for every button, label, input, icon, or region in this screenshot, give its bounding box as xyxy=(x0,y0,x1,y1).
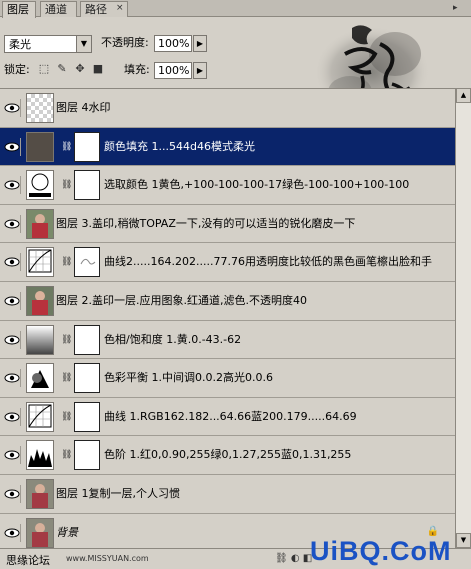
site-credit: 思缘论坛 xyxy=(6,554,50,567)
layer-name: 图层 4水印 xyxy=(56,101,111,114)
lock-paint-icon[interactable]: ✎ xyxy=(56,63,68,75)
chevron-down-icon[interactable]: ▼ xyxy=(76,36,91,52)
layer-row-selected[interactable]: ⛓ 颜色填充 1...544d46模式柔光 xyxy=(0,127,455,167)
visibility-eye-icon[interactable] xyxy=(3,137,21,156)
layer-row[interactable]: ⛓ 曲线 1.RGB162.182...64.66蓝200.179.....64… xyxy=(0,398,455,437)
layer-name: 曲线 1.RGB162.182...64.66蓝200.179.....64.6… xyxy=(104,409,357,423)
layer-name: 选取颜色 1黄色,+100-100-100-17绿色-100-100+100-1… xyxy=(104,178,410,192)
visibility-eye-icon[interactable] xyxy=(3,292,21,310)
layer-name: 图层 3.盖印,稍微TOPAZ一下,没有的可以适当的锐化磨皮一下 xyxy=(56,216,356,230)
fill-field[interactable]: 100% xyxy=(154,62,192,79)
layer-row[interactable]: ⛓ 色阶 1.红0,0.90,255绿0,1.27,255蓝0,1.31,255 xyxy=(0,436,455,475)
blend-mode-select[interactable]: 柔光 ▼ xyxy=(4,35,92,53)
visibility-eye-icon[interactable] xyxy=(3,99,21,117)
levels-icon xyxy=(26,440,54,471)
layer-name: 背景 xyxy=(56,525,78,539)
layer-name: 图层 1复制一层,个人习惯 xyxy=(56,487,180,500)
visibility-eye-icon[interactable] xyxy=(3,253,21,272)
link-chain-icon[interactable]: ⛓ xyxy=(61,450,72,460)
layer-name: 色阶 1.红0,0.90,255绿0,1.27,255蓝0,1.31,255 xyxy=(104,448,352,462)
opacity-label: 不透明度: xyxy=(101,36,149,49)
layer-name: 图层 2.盖印一层.应用图象.红通道,滤色.不透明度40 xyxy=(56,294,307,307)
layer-row[interactable]: ⛓ 色相/饱和度 1.黄.0.-43.-62 xyxy=(0,321,455,360)
layer-mask-thumbnail[interactable] xyxy=(74,324,100,355)
visibility-eye-icon[interactable] xyxy=(3,214,21,233)
hue-saturation-icon xyxy=(26,324,54,355)
layer-name: 色彩平衡 1.中间调0.0.2高光0.0.6 xyxy=(104,371,273,385)
layer-row[interactable]: ⛓ 选取颜色 1黄色,+100-100-100-17绿色-100-100+100… xyxy=(0,166,455,205)
layer-row[interactable]: 图层 1复制一层,个人习惯 xyxy=(0,475,455,514)
link-chain-icon[interactable]: ⛓ xyxy=(61,180,72,190)
curves-icon xyxy=(26,401,54,432)
opacity-field[interactable]: 100% xyxy=(154,35,192,52)
tab-channels[interactable]: 通道 xyxy=(40,1,77,17)
photo-thumbnail xyxy=(26,208,54,239)
visibility-eye-icon[interactable] xyxy=(3,485,21,503)
fill-slider-button[interactable]: ▶ xyxy=(193,62,207,79)
curves-icon xyxy=(26,247,54,278)
layer-row[interactable]: ⛓ 曲线2.....164.202.....77.76用透明度比较低的黑色画笔檫… xyxy=(0,243,455,282)
color-balance-icon xyxy=(26,363,54,394)
link-layers-icon[interactable]: ⛓ ◐ ◧ xyxy=(275,553,312,564)
link-chain-icon[interactable]: ⛓ xyxy=(61,257,72,267)
scroll-down-icon[interactable]: ▼ xyxy=(456,533,471,548)
visibility-eye-icon[interactable] xyxy=(3,369,21,388)
layer-mask-thumbnail[interactable] xyxy=(74,131,100,162)
layer-thumbnail xyxy=(26,93,54,123)
layers-scrollbar[interactable]: ▲ ▼ xyxy=(455,88,471,548)
visibility-eye-icon[interactable] xyxy=(3,176,21,195)
link-chain-icon[interactable]: ⛓ xyxy=(61,335,72,345)
layer-row[interactable]: 图层 3.盖印,稍微TOPAZ一下,没有的可以适当的锐化磨皮一下 xyxy=(0,205,455,244)
layer-name: 曲线2.....164.202.....77.76用透明度比较低的黑色画笔檫出脸… xyxy=(104,255,432,269)
scroll-up-icon[interactable]: ▲ xyxy=(456,88,471,103)
site-url: www.MISSYUAN.com xyxy=(66,554,149,563)
layer-mask-thumbnail[interactable] xyxy=(74,401,100,432)
lock-label: 锁定: xyxy=(4,63,30,76)
tab-layers[interactable]: 图层 xyxy=(2,1,36,18)
tab-paths-label: 路径 xyxy=(85,3,107,16)
lock-all-icon[interactable]: ■ xyxy=(92,63,104,75)
layer-mask-thumbnail[interactable] xyxy=(74,363,100,394)
lock-transparency-icon[interactable]: ⬚ xyxy=(38,63,50,75)
layers-list: 图层 4水印 ⛓ 颜色填充 1...544d46模式柔光 ⛓ 选取颜色 1黄色,… xyxy=(0,88,455,553)
blend-mode-value: 柔光 xyxy=(9,38,31,51)
close-icon[interactable]: × xyxy=(116,1,124,16)
brand-watermark: UiBQ.CoM xyxy=(310,536,452,566)
lock-move-icon[interactable]: ✥ xyxy=(74,63,86,75)
lock-options: ⬚ ✎ ✥ ■ xyxy=(38,62,110,76)
link-chain-icon[interactable]: ⛓ xyxy=(61,142,72,152)
layer-mask-thumbnail[interactable] xyxy=(74,440,100,471)
layer-row[interactable]: 图层 2.盖印一层.应用图象.红通道,滤色.不透明度40 xyxy=(0,282,455,321)
visibility-eye-icon[interactable] xyxy=(3,330,21,349)
opacity-slider-button[interactable]: ▶ xyxy=(193,35,207,52)
layer-row[interactable]: ⛓ 色彩平衡 1.中间调0.0.2高光0.0.6 xyxy=(0,359,455,398)
layers-panel: 图层 通道 路径 × ▸ 柔光 ▼ 不透明度: 100% ▶ 锁定: ⬚ ✎ ✥ ■ … xyxy=(0,0,471,569)
panel-menu-icon[interactable]: ▸ xyxy=(453,2,465,14)
visibility-eye-icon[interactable] xyxy=(3,523,21,542)
selective-color-icon xyxy=(26,170,54,201)
photo-thumbnail xyxy=(26,479,54,509)
fill-swatch-thumbnail xyxy=(26,131,54,162)
lock-icon: 🔒 xyxy=(426,525,439,537)
layer-row[interactable]: 图层 4水印 xyxy=(0,89,455,128)
link-chain-icon[interactable]: ⛓ xyxy=(61,412,72,422)
layer-mask-thumbnail[interactable] xyxy=(74,170,100,201)
fill-label: 填充: xyxy=(124,63,150,76)
photo-thumbnail xyxy=(26,517,54,548)
visibility-eye-icon[interactable] xyxy=(3,446,21,465)
link-chain-icon[interactable]: ⛓ xyxy=(61,373,72,383)
layer-mask-thumbnail[interactable] xyxy=(74,247,100,278)
visibility-eye-icon[interactable] xyxy=(3,407,21,426)
layer-name: 颜色填充 1...544d46模式柔光 xyxy=(104,139,255,153)
photo-thumbnail xyxy=(26,286,54,316)
layer-name: 色相/饱和度 1.黄.0.-43.-62 xyxy=(104,332,242,346)
